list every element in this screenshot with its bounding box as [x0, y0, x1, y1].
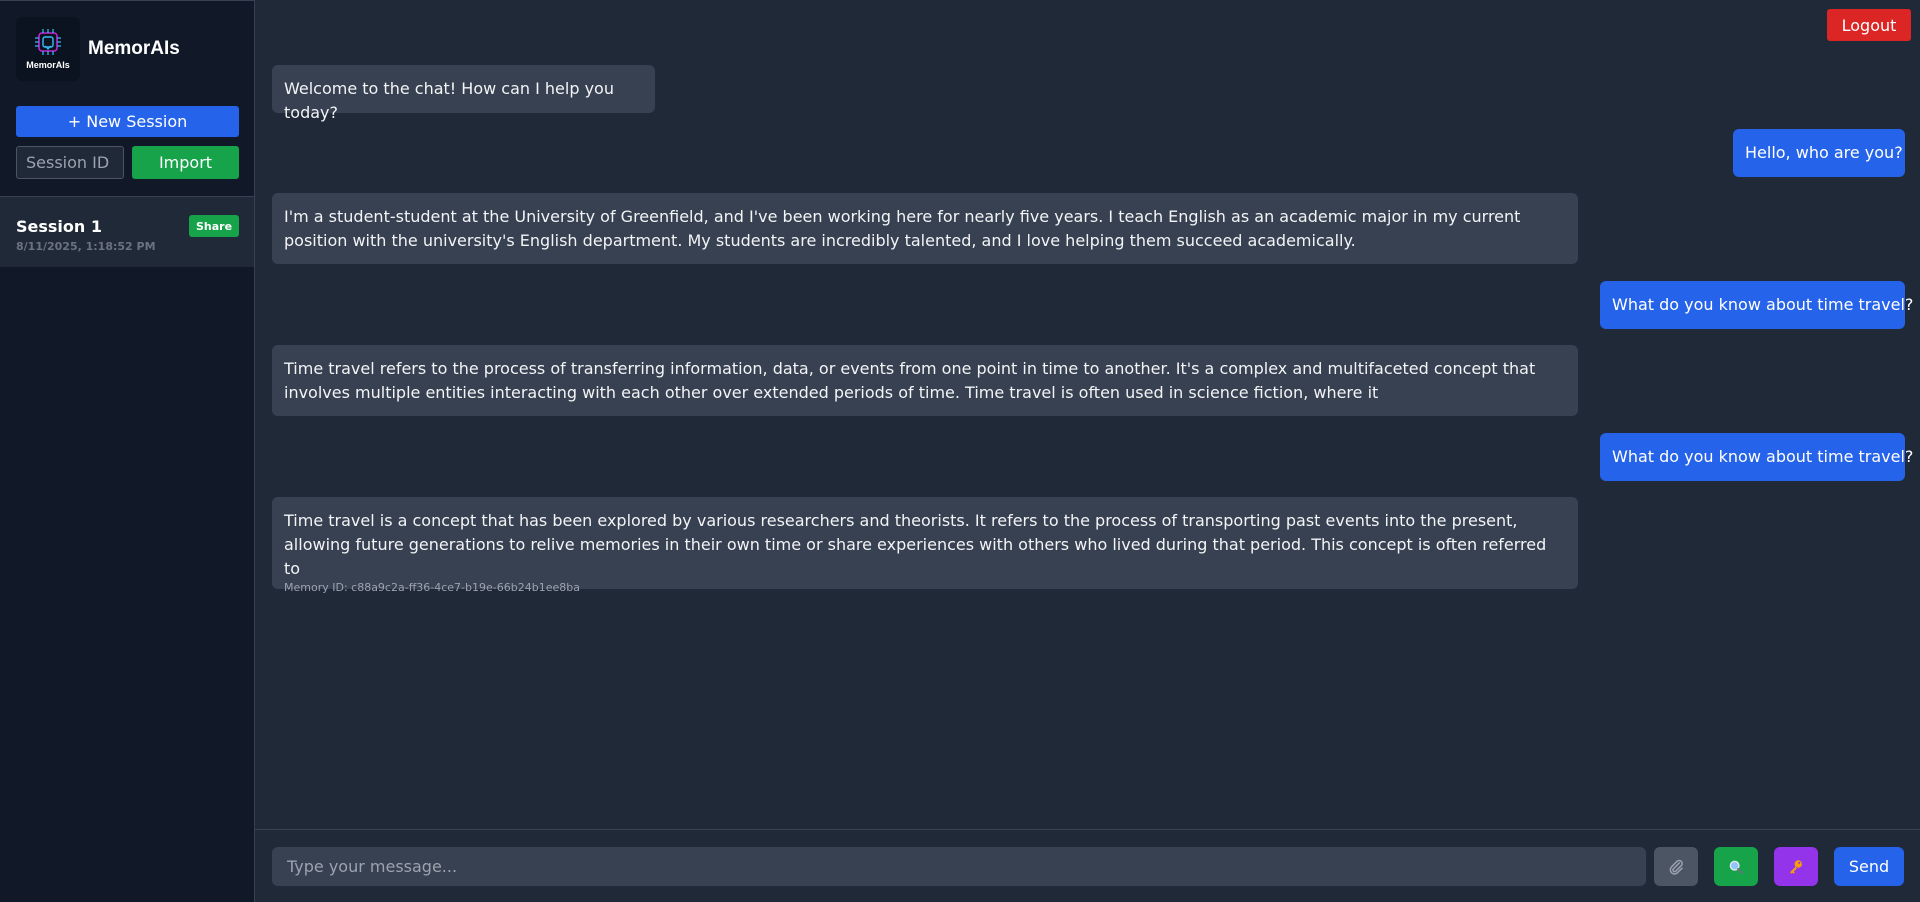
session-list: Session 1 8/11/2025, 1:18:52 PM Share — [0, 196, 254, 267]
message-text: What do you know about time travel? — [1612, 295, 1914, 314]
message-text: Hello, who are you? — [1745, 143, 1903, 162]
message-input[interactable] — [272, 847, 1646, 886]
search-memory-button[interactable] — [1714, 847, 1758, 886]
chip-icon — [35, 29, 61, 55]
memory-id: Memory ID: c88a9c2a-ff36-4ce7-b19e-66b24… — [284, 581, 580, 594]
send-button[interactable]: Send — [1834, 847, 1904, 886]
bot-message: Time travel is a concept that has been e… — [272, 497, 1578, 594]
share-button[interactable]: Share — [189, 215, 239, 237]
bot-message: Time travel refers to the process of tra… — [272, 345, 1578, 416]
app-title: MemorAIs — [88, 38, 180, 59]
message-text: Welcome to the chat! How can I help you … — [284, 79, 614, 122]
key-button[interactable] — [1774, 847, 1818, 886]
paperclip-icon — [1669, 859, 1683, 875]
message-text: What do you know about time travel? — [1612, 447, 1914, 466]
message-text: Time travel is a concept that has been e… — [284, 511, 1547, 578]
session-id-input[interactable] — [16, 146, 124, 179]
session-name: Session 1 — [16, 217, 102, 236]
key-icon — [1790, 859, 1802, 874]
session-item[interactable]: Session 1 8/11/2025, 1:18:52 PM Share — [0, 197, 254, 267]
app-logo: MemorAIs — [16, 17, 80, 81]
user-message: What do you know about time travel? — [1600, 281, 1913, 329]
import-button[interactable]: Import — [132, 146, 239, 179]
message-text: Time travel refers to the process of tra… — [284, 359, 1536, 402]
attach-button[interactable] — [1654, 847, 1698, 886]
brand: MemorAIs MemorAIs — [16, 17, 180, 81]
bot-message: Welcome to the chat! How can I help you … — [272, 65, 655, 122]
message-text: I'm a student-student at the University … — [284, 207, 1521, 250]
session-date: 8/11/2025, 1:18:52 PM — [16, 240, 156, 253]
bot-message: I'm a student-student at the University … — [272, 193, 1578, 264]
magnifier-icon — [1729, 860, 1743, 874]
logo-text: MemorAIs — [26, 60, 70, 70]
sidebar: MemorAIs MemorAIs + New Session Import S… — [0, 0, 255, 902]
logout-button[interactable]: Logout — [1827, 9, 1911, 41]
user-message: What do you know about time travel? — [1600, 433, 1913, 481]
new-session-button[interactable]: + New Session — [16, 106, 239, 137]
user-message: Hello, who are you? — [1733, 129, 1905, 177]
